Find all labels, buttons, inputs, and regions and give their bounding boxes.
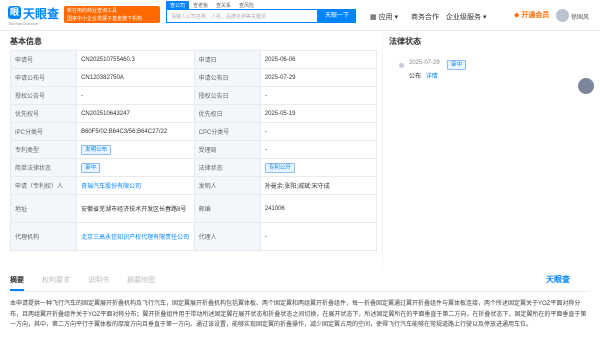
logo-subtext: TianYanCha.com bbox=[8, 21, 39, 26]
brand-watermark: 天眼查 bbox=[546, 275, 570, 284]
chevron-down-icon: ▾ bbox=[481, 14, 487, 21]
field-label: 授权公告号 bbox=[9, 86, 78, 105]
field-label: IPC分类号 bbox=[9, 122, 78, 141]
vip-label: 开通会员 bbox=[521, 12, 550, 19]
timeline-event-label: 公布 bbox=[409, 74, 422, 80]
inventors: 孙曼余;张阳;戚斌;宋守成 bbox=[259, 176, 378, 195]
agent: - bbox=[259, 222, 378, 251]
field-value: CN202510643247 bbox=[76, 104, 195, 123]
field-label: 申请（专利权）人 bbox=[9, 176, 78, 195]
timeline-detail-link[interactable]: 详情 bbox=[426, 74, 438, 80]
divider bbox=[10, 291, 590, 292]
field-label: 申请公布日 bbox=[193, 68, 261, 87]
address: 安徽省芜湖市经济技术开发区长春路8号 bbox=[76, 194, 195, 223]
field-label: 邮编 bbox=[193, 194, 261, 223]
field-value: - bbox=[259, 122, 378, 141]
field-label: 发明人 bbox=[193, 176, 261, 195]
grid-icon: ▦ bbox=[370, 14, 379, 21]
nav-business-coop[interactable]: 商务合作 bbox=[411, 12, 439, 22]
field-value: 审中 bbox=[76, 158, 195, 177]
field-value: 2025-05-19 bbox=[259, 104, 378, 123]
table-row: 优先权号 CN202510643247 优先权日 2025-05-19 bbox=[9, 104, 378, 123]
logo-text: 天眼查 bbox=[23, 7, 60, 21]
tab-abstract-figure[interactable]: 摘要附图 bbox=[127, 275, 155, 291]
tab-description[interactable]: 说明书 bbox=[88, 275, 109, 291]
field-value: CN120382750A bbox=[76, 68, 195, 87]
nav-enterprise-label: 企业级服务 bbox=[446, 14, 481, 21]
field-label: 代理机构 bbox=[9, 222, 78, 251]
abstract-text: 本申请提供一种飞行汽车的固定翼展开折叠机构及飞行汽车，固定翼展开折叠机构包括翼体… bbox=[10, 301, 587, 328]
field-label: 申请公布号 bbox=[9, 68, 78, 87]
table-row: 申请号 CN202510755460.3 申请日 2025-06-06 bbox=[9, 50, 378, 69]
nav-apps[interactable]: ▦ 应用 ▾ bbox=[370, 12, 398, 22]
basic-info-table: 申请号 CN202510755460.3 申请日 2025-06-06 申请公布… bbox=[9, 50, 378, 251]
timeline-badge: 审中 bbox=[447, 60, 467, 70]
legal-status-detail-tag: 专利公开 bbox=[264, 162, 295, 173]
avatar[interactable] bbox=[556, 9, 569, 22]
table-row: 简单法律状态 审中 法律状态 专利公开 bbox=[9, 158, 378, 177]
search-button[interactable]: 天眼一下 bbox=[318, 9, 356, 23]
field-value: B60F5/02;B64C3/56;B64C27/22 bbox=[76, 122, 195, 141]
field-value: - bbox=[259, 86, 378, 105]
tab-claims[interactable]: 权利要求 bbox=[42, 275, 70, 291]
legal-status-tag: 审中 bbox=[81, 162, 101, 173]
field-value: 专利公开 bbox=[259, 158, 378, 177]
field-label: 申请日 bbox=[193, 50, 261, 69]
field-value: 2025-06-06 bbox=[259, 50, 378, 69]
field-label: 代理人 bbox=[193, 222, 261, 251]
field-label: CPC分类号 bbox=[193, 122, 261, 141]
field-label: 授权公告日 bbox=[193, 86, 261, 105]
timeline-badge-wrap: 审中 bbox=[447, 60, 467, 70]
field-label: 地址 bbox=[9, 194, 78, 223]
legal-status-title: 法律状态 bbox=[389, 37, 421, 46]
field-value: - bbox=[76, 86, 195, 105]
patent-type-tag: 发明公布 bbox=[81, 144, 112, 155]
field-value: CN202510755460.3 bbox=[76, 50, 195, 69]
table-row: 申请公布号 CN120382750A 申请公布日 2025-07-29 bbox=[9, 68, 378, 87]
promo-line-2: 国家中小企业发展子基金旗下机构 bbox=[67, 16, 143, 22]
field-label: 申请号 bbox=[9, 50, 78, 69]
agency-link[interactable]: 北京三高永信知识产权代理有限责任公司 bbox=[76, 222, 195, 251]
table-row: 代理机构 北京三高永信知识产权代理有限责任公司 代理人 - bbox=[9, 222, 378, 251]
table-row: 地址 安徽省芜湖市经济技术开发区长春路8号 邮编 241006 bbox=[9, 194, 378, 223]
abstract-tabs: 摘要 权利要求 说明书 摘要附图 bbox=[10, 275, 155, 291]
timeline-date: 2025-07-29 bbox=[409, 60, 440, 66]
field-label: 受理局 bbox=[193, 140, 261, 159]
timeline-event: 公布 详情 bbox=[409, 71, 438, 80]
postcode: 241006 bbox=[259, 194, 378, 223]
nav-apps-label: 应用 bbox=[378, 14, 393, 21]
logo-eye-icon: 眼 bbox=[8, 6, 21, 19]
vip-button[interactable]: ◆ 开通会员 bbox=[514, 10, 549, 20]
field-label: 优先权日 bbox=[193, 104, 261, 123]
chevron-down-icon: ▾ bbox=[392, 14, 399, 21]
table-row: 申请（专利权）人 奇瑞汽车股份有限公司 发明人 孙曼余;张阳;戚斌;宋守成 bbox=[9, 176, 378, 195]
promo-line-1: 新在用的商业查询工具 bbox=[67, 8, 118, 14]
nav-enterprise-service[interactable]: 企业级服务 ▾ bbox=[446, 12, 486, 22]
legal-status-panel bbox=[383, 31, 600, 268]
field-label: 专利类型 bbox=[9, 140, 78, 159]
promo-banner[interactable]: 新在用的商业查询工具 国家中小企业发展子基金旗下机构 bbox=[64, 6, 160, 23]
table-row: 授权公告号 - 授权公告日 - bbox=[9, 86, 378, 105]
basic-info-title: 基本信息 bbox=[10, 37, 42, 46]
top-bar: 眼 天眼查 TianYanCha.com 新在用的商业查询工具 国家中小企业发展… bbox=[0, 0, 600, 31]
field-value: 2025-07-29 bbox=[259, 68, 378, 87]
field-label: 优先权号 bbox=[9, 104, 78, 123]
table-row: 专利类型 发明公布 受理局 - bbox=[9, 140, 378, 159]
field-label: 法律状态 bbox=[193, 158, 261, 177]
applicant-link[interactable]: 奇瑞汽车股份有限公司 bbox=[76, 176, 195, 195]
help-float-button[interactable] bbox=[578, 78, 594, 94]
field-label: 简单法律状态 bbox=[9, 158, 78, 177]
tab-abstract[interactable]: 摘要 bbox=[10, 275, 24, 291]
field-value: 发明公布 bbox=[76, 140, 195, 159]
search-input[interactable]: 请输入公司名称、人名、品牌名称等关键词 bbox=[166, 9, 318, 23]
timeline-dot bbox=[399, 63, 404, 68]
table-row: IPC分类号 B60F5/02;B64C3/56;B64C27/22 CPC分类… bbox=[9, 122, 378, 141]
field-value: - bbox=[259, 140, 378, 159]
username[interactable]: 徐国风 bbox=[571, 12, 589, 21]
